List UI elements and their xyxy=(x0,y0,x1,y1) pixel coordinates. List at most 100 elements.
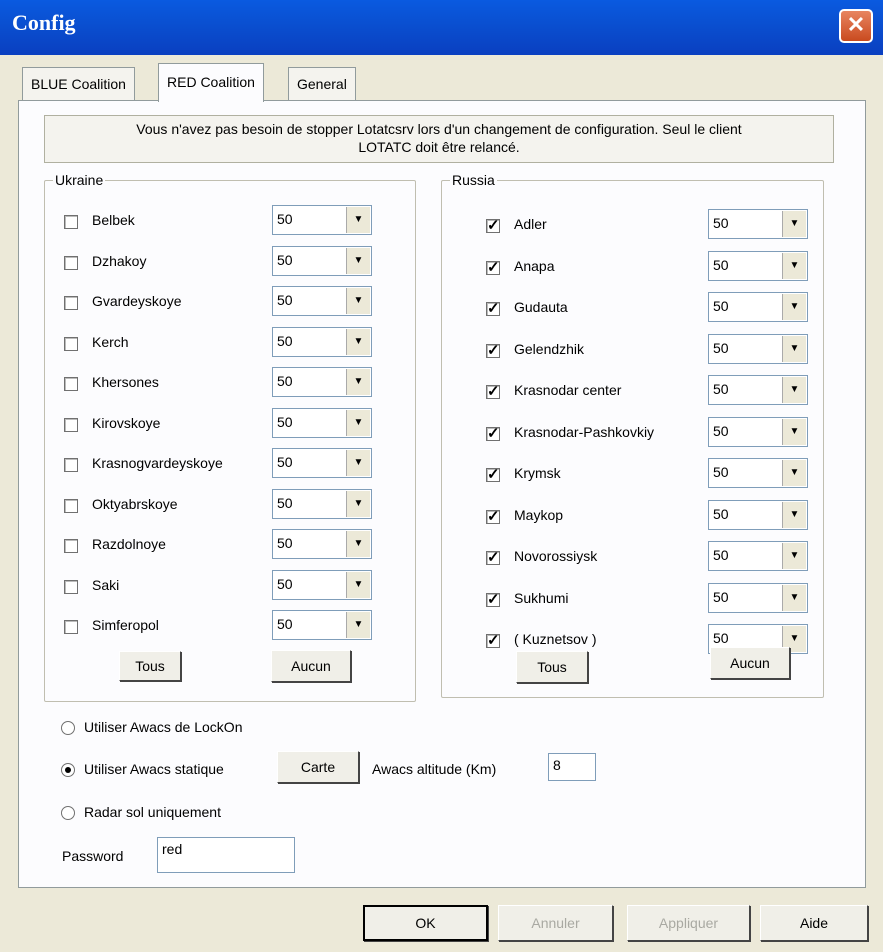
airfield-value-select[interactable]: 50 ▼ xyxy=(272,529,372,559)
chevron-down-icon[interactable]: ▼ xyxy=(346,328,370,355)
password-input[interactable]: red xyxy=(157,837,295,873)
airfield-label: Gvardeyskoye xyxy=(92,293,182,309)
chevron-down-icon[interactable]: ▼ xyxy=(346,369,370,395)
radio-awacs-static[interactable] xyxy=(61,763,75,777)
airfield-value-select[interactable]: 50 ▼ xyxy=(708,250,808,281)
chevron-down-icon[interactable]: ▼ xyxy=(346,612,370,638)
airfield-checkbox[interactable] xyxy=(64,498,78,513)
chevron-down-icon[interactable]: ▼ xyxy=(346,450,370,476)
select-value: 50 xyxy=(277,454,293,470)
chevron-down-icon[interactable]: ▼ xyxy=(346,490,370,517)
tab-blue-coalition[interactable]: BLUE Coalition xyxy=(22,67,135,100)
airfield-label: Anapa xyxy=(514,257,555,274)
airfield-value-select[interactable]: 50 ▼ xyxy=(272,245,372,276)
chevron-down-icon[interactable]: ▼ xyxy=(782,377,806,403)
airfield-checkbox[interactable]: ✓ xyxy=(486,343,500,358)
radio-ground-radar[interactable] xyxy=(61,806,75,820)
chevron-down-icon[interactable]: ▼ xyxy=(346,531,370,557)
airfield-value-select[interactable]: 50 ▼ xyxy=(272,326,372,357)
select-value: 50 xyxy=(713,339,729,356)
password-label: Password xyxy=(62,848,124,864)
select-value: 50 xyxy=(713,630,729,646)
airfield-checkbox[interactable]: ✓ xyxy=(486,592,500,607)
airfield-value-select[interactable]: 50 ▼ xyxy=(272,610,372,640)
chevron-down-icon[interactable]: ▼ xyxy=(346,207,370,233)
ukraine-select-all-button[interactable]: Tous xyxy=(119,651,181,681)
airfield-checkbox[interactable]: ✓ xyxy=(486,509,500,524)
airfield-checkbox[interactable]: ✓ xyxy=(486,260,500,275)
tab-general[interactable]: General xyxy=(288,67,356,100)
chevron-down-icon[interactable]: ▼ xyxy=(782,252,806,279)
chevron-down-icon[interactable]: ▼ xyxy=(346,409,370,436)
select-value: 50 xyxy=(713,464,729,480)
airfield-checkbox[interactable] xyxy=(64,296,78,310)
chevron-down-icon[interactable]: ▼ xyxy=(782,460,806,486)
airfield-value-select[interactable]: 50 ▼ xyxy=(708,333,808,364)
airfield-checkbox[interactable]: ✓ xyxy=(486,384,500,399)
airfield-value-select[interactable]: 50 ▼ xyxy=(272,286,372,316)
help-button[interactable]: Aide xyxy=(760,905,868,941)
chevron-down-icon[interactable]: ▼ xyxy=(782,294,806,320)
chevron-down-icon[interactable]: ▼ xyxy=(782,335,806,362)
airfield-checkbox[interactable] xyxy=(64,458,78,472)
ok-button[interactable]: OK xyxy=(363,905,488,941)
airfield-checkbox[interactable] xyxy=(64,336,78,351)
airfield-checkbox[interactable]: ✓ xyxy=(486,301,500,316)
airfield-value-select[interactable]: 50 ▼ xyxy=(272,367,372,397)
map-button[interactable]: Carte xyxy=(277,751,359,783)
select-value: 50 xyxy=(713,381,729,397)
ukraine-group-title: Ukraine xyxy=(55,172,104,188)
airfield-value-select[interactable]: 50 ▼ xyxy=(272,488,372,519)
ukraine-select-none-button[interactable]: Aucun xyxy=(271,650,351,682)
chevron-down-icon[interactable]: ▼ xyxy=(782,501,806,528)
airfield-value-select[interactable]: 50 ▼ xyxy=(272,448,372,478)
airfield-value-select[interactable]: 50 ▼ xyxy=(272,569,372,600)
airfield-checkbox[interactable] xyxy=(64,417,78,432)
airfield-checkbox[interactable] xyxy=(64,539,78,553)
airfield-checkbox[interactable] xyxy=(64,255,78,270)
airfield-checkbox[interactable]: ✓ xyxy=(486,550,500,565)
russia-select-none-button[interactable]: Aucun xyxy=(710,647,790,679)
airfield-value-select[interactable]: 50 ▼ xyxy=(708,582,808,613)
airfield-value-select[interactable]: 50 ▼ xyxy=(272,205,372,235)
airfield-checkbox[interactable] xyxy=(64,579,78,594)
airfield-checkbox[interactable]: ✓ xyxy=(486,426,500,441)
airfield-checkbox[interactable]: ✓ xyxy=(486,218,500,233)
airfield-checkbox[interactable]: ✓ xyxy=(486,467,500,482)
chevron-down-icon[interactable]: ▼ xyxy=(782,584,806,611)
airfield-checkbox[interactable] xyxy=(64,215,78,229)
title-bar: Config ✕ xyxy=(0,0,883,55)
airfield-value-select[interactable]: 50 ▼ xyxy=(272,407,372,438)
radio-awacs-lockon[interactable] xyxy=(61,721,75,735)
airfield-label: Simferopol xyxy=(92,617,159,633)
airfield-label: Krasnodar center xyxy=(514,382,622,398)
airfield-label: ( Kuznetsov ) xyxy=(514,631,597,647)
airfield-value-select[interactable]: 50 ▼ xyxy=(708,499,808,530)
chevron-down-icon[interactable]: ▼ xyxy=(346,247,370,274)
airfield-value-select[interactable]: 50 ▼ xyxy=(708,292,808,322)
airfield-value-select[interactable]: 50 ▼ xyxy=(708,541,808,571)
airfield-checkbox[interactable]: ✓ xyxy=(486,633,500,648)
airfield-value-select[interactable]: 50 ▼ xyxy=(708,209,808,239)
russia-select-all-button[interactable]: Tous xyxy=(516,651,588,683)
awacs-altitude-input[interactable]: 8 xyxy=(548,753,596,781)
airfield-checkbox[interactable] xyxy=(64,377,78,391)
airfield-value-select[interactable]: 50 ▼ xyxy=(708,416,808,447)
chevron-down-icon[interactable]: ▼ xyxy=(346,571,370,598)
airfield-label: Kerch xyxy=(92,333,129,350)
airfield-value-select[interactable]: 50 ▼ xyxy=(708,458,808,488)
close-icon[interactable]: ✕ xyxy=(839,9,873,43)
awacs-altitude-label: Awacs altitude (Km) xyxy=(372,761,497,777)
airfield-value-select[interactable]: 50 ▼ xyxy=(708,375,808,405)
airfield-checkbox[interactable] xyxy=(64,620,78,634)
airfield-label: Saki xyxy=(92,576,120,593)
tab-red-coalition[interactable]: RED Coalition xyxy=(158,63,264,102)
chevron-down-icon[interactable]: ▼ xyxy=(346,288,370,314)
russia-group-title: Russia xyxy=(452,172,495,188)
chevron-down-icon[interactable]: ▼ xyxy=(782,418,806,445)
chevron-down-icon[interactable]: ▼ xyxy=(782,543,806,569)
cancel-button[interactable]: Annuler xyxy=(498,905,613,941)
select-value: 50 xyxy=(277,211,293,227)
chevron-down-icon[interactable]: ▼ xyxy=(782,211,806,237)
apply-button[interactable]: Appliquer xyxy=(627,905,750,941)
